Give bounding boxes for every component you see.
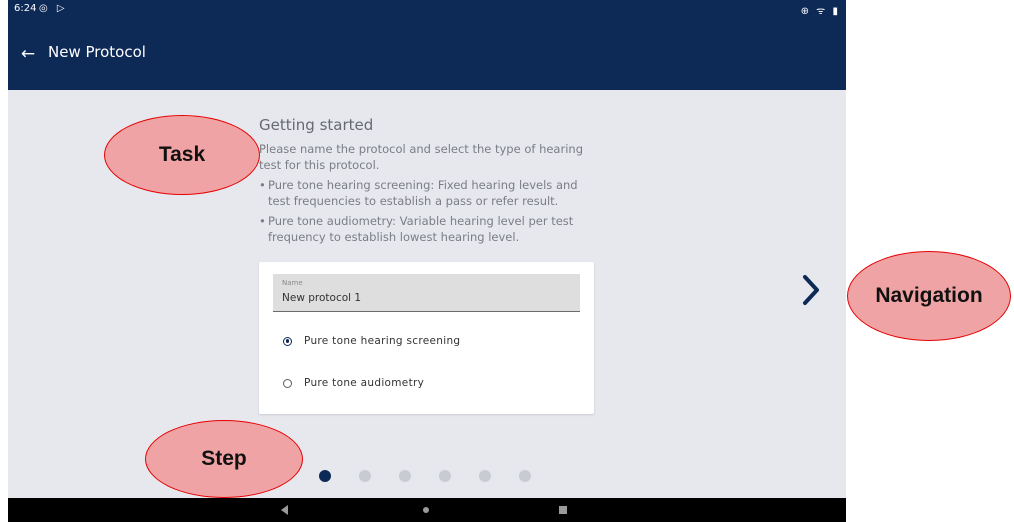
radio-unchecked-icon[interactable] [283,378,292,388]
bullet-dot-icon: • [259,178,266,192]
option-label: Pure tone audiometry [304,377,425,389]
step-dot [519,470,531,482]
step-dot [439,470,451,482]
back-arrow-icon[interactable]: ← [16,42,40,66]
bullet-dot-icon: • [259,214,266,228]
callout-task: Task [104,115,260,195]
option-pure-tone-audiometry[interactable]: Pure tone audiometry [283,377,424,389]
instructions-intro: Please name the protocol and select the … [259,142,583,172]
status-bar: 6:24 ◎ ▷ ⊕ ᯤ ▮ [8,0,846,18]
step-dot [359,470,371,482]
option-label: Pure tone hearing screening [304,335,461,347]
bullet-text: Pure tone audiometry: Variable hearing l… [268,214,574,244]
bullet-text: Pure tone hearing screening: Fixed heari… [268,178,578,208]
nav-home-icon[interactable] [423,507,429,513]
callout-step: Step [145,420,303,498]
status-system-icons: ⊕ ᯤ ▮ [800,6,840,17]
device-screen: 6:24 ◎ ▷ ⊕ ᯤ ▮ ← New Protocol Getting st… [8,0,846,522]
app-bar: ← New Protocol [8,18,846,90]
status-time: 6:24 [14,3,37,14]
instructions-bullet: • Pure tone audiometry: Variable hearing… [259,214,589,245]
callout-navigation: Navigation [847,251,1011,341]
instructions: Please name the protocol and select the … [259,142,589,250]
status-notification-icons: ◎ ▷ [39,3,68,14]
option-pure-tone-hearing-screening[interactable]: Pure tone hearing screening [283,335,460,347]
step-dot-active [319,470,331,482]
name-field[interactable]: Name [273,274,580,312]
radio-checked-icon[interactable] [283,336,292,346]
next-button[interactable] [799,273,825,307]
page-title: New Protocol [48,43,146,61]
name-input[interactable] [282,291,572,305]
instructions-bullet: • Pure tone hearing screening: Fixed hea… [259,178,589,209]
chevron-right-icon [803,275,819,305]
step-indicator [319,470,531,482]
step-dot [399,470,411,482]
system-navigation-bar [8,498,846,522]
step-dot [479,470,491,482]
nav-back-icon[interactable] [281,505,288,515]
protocol-form-card: Name Pure tone hearing screening Pure to… [259,262,594,414]
nav-recents-icon[interactable] [559,506,567,514]
section-heading: Getting started [259,116,374,134]
name-field-label: Name [282,279,303,287]
